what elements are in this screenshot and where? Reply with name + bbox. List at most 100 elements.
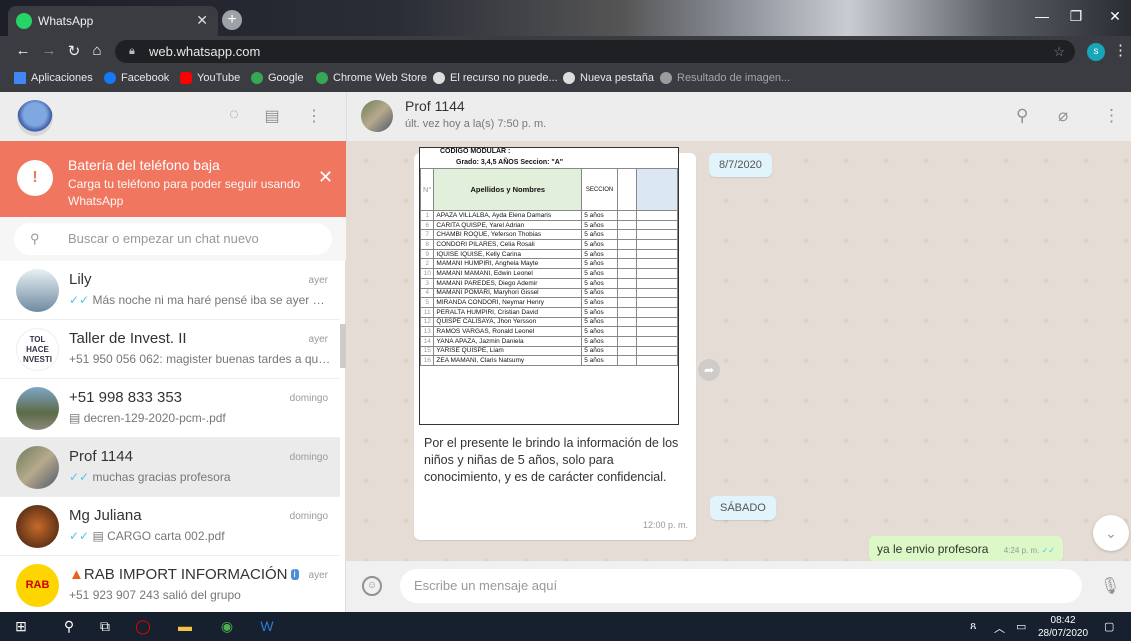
notifications-icon[interactable]: ▢ bbox=[1104, 620, 1114, 633]
search-icon[interactable]: ⚲ bbox=[58, 618, 80, 635]
search-input[interactable]: ⚲ Buscar o empezar un chat nuevo bbox=[14, 223, 332, 255]
clock[interactable]: 08:42 28/07/2020 bbox=[1038, 614, 1088, 640]
document-image[interactable]: CODIGO MODULAR : Grado: 3,4,5 AÑOS Secci… bbox=[419, 147, 679, 425]
table-row: 2 MAMANI HUMPIRI, Anghela Mayte 5 años bbox=[420, 258, 678, 270]
table-cell bbox=[635, 297, 678, 308]
scroll-down-button[interactable]: ⌄ bbox=[1093, 515, 1129, 551]
chrome-menu-icon[interactable]: ⋮ bbox=[1113, 41, 1128, 59]
reload-icon[interactable]: ↻ bbox=[65, 42, 83, 60]
student-table: N° Apellidos y Nombres SECCION 1 APAZA VI… bbox=[420, 168, 678, 366]
chat-name: Taller de Invest. II bbox=[69, 330, 187, 347]
bookmark-apps[interactable]: Aplicaciones bbox=[14, 72, 93, 84]
bookmark-nueva-pestana[interactable]: Nueva pestaña bbox=[563, 72, 654, 84]
my-avatar[interactable] bbox=[17, 100, 53, 136]
bookmark-google[interactable]: Google bbox=[251, 72, 303, 84]
table-cell bbox=[635, 306, 678, 318]
table-cell: 11 bbox=[420, 306, 435, 318]
bookmark-facebook[interactable]: Facebook bbox=[104, 72, 169, 84]
chat-item-prof-1144[interactable]: Prof 1144 domingo ✓✓ muchas gracias prof… bbox=[0, 438, 340, 497]
chat-item-taller[interactable]: TOL HACE NVESTI Taller de Invest. II ayer … bbox=[0, 320, 340, 379]
conversation-header: Prof 1144 últ. vez hoy a la(s) 7:50 p. m… bbox=[346, 92, 1131, 141]
forward-icon[interactable]: ➦ bbox=[698, 359, 720, 381]
emoji-icon[interactable]: ☺ bbox=[362, 576, 382, 596]
chat-item-phone[interactable]: +51 998 833 353 domingo ▤ decren-129-202… bbox=[0, 379, 340, 438]
table-cell bbox=[616, 326, 637, 337]
outgoing-message[interactable]: ya le envio profesora 4:24 p. m. ✓✓ bbox=[869, 536, 1063, 561]
chat-preview: +51 950 056 062: magister buenas tardes … bbox=[69, 352, 331, 366]
table-cell bbox=[616, 287, 637, 299]
incoming-image-message[interactable]: CODIGO MODULAR : Grado: 3,4,5 AÑOS Secci… bbox=[414, 147, 696, 540]
avatar[interactable] bbox=[361, 100, 393, 132]
windows-start-icon[interactable]: ⊞ bbox=[10, 618, 32, 635]
table-cell: 13 bbox=[420, 326, 435, 337]
composer: ☺ Escribe un mensaje aquí 🎙︎ bbox=[346, 561, 1131, 612]
minimize-icon[interactable]: — bbox=[1032, 8, 1052, 24]
whatsapp-logo-icon bbox=[16, 13, 32, 29]
table-cell bbox=[635, 268, 678, 279]
lock-icon: 🔒︎ bbox=[129, 45, 135, 57]
restore-icon[interactable]: ❐ bbox=[1066, 8, 1086, 25]
table-cell bbox=[616, 258, 637, 270]
chat-item-mg-juliana[interactable]: Mg Juliana domingo ✓✓ ▤ CARGO carta 002.… bbox=[0, 497, 340, 556]
bookmark-recurso[interactable]: El recurso no puede... bbox=[433, 72, 558, 84]
close-window-icon[interactable]: ✕ bbox=[1105, 8, 1125, 25]
chat-time: ayer bbox=[308, 334, 328, 345]
home-icon[interactable]: ⌂ bbox=[88, 42, 106, 59]
col-number: N° bbox=[420, 168, 435, 211]
globe-icon bbox=[660, 72, 672, 84]
microphone-icon[interactable]: 🎙︎ bbox=[1100, 576, 1120, 596]
chat-preview: ▤ decren-129-2020-pcm-.pdf bbox=[69, 411, 226, 425]
table-cell: 5 años bbox=[581, 306, 618, 318]
table-cell bbox=[635, 219, 678, 231]
table-cell bbox=[635, 355, 678, 366]
bookmark-youtube[interactable]: YouTube bbox=[180, 72, 240, 84]
table-cell bbox=[616, 248, 637, 260]
table-cell bbox=[616, 355, 637, 366]
people-icon[interactable]: ጸ bbox=[970, 620, 976, 633]
address-bar[interactable]: 🔒︎ web.whatsapp.com ☆ bbox=[115, 40, 1075, 63]
table-cell: 10 bbox=[420, 268, 435, 279]
status-icon[interactable]: ◌ bbox=[224, 106, 244, 124]
opera-icon[interactable]: ◯ bbox=[132, 618, 154, 635]
table-cell: 5 años bbox=[581, 345, 618, 357]
bookmark-resultado[interactable]: Resultado de imagen... bbox=[660, 72, 790, 84]
new-tab-button[interactable]: + bbox=[222, 10, 242, 30]
task-view-icon[interactable]: ⧉ bbox=[94, 618, 116, 635]
search-icon[interactable]: ⚲ bbox=[1016, 106, 1028, 126]
message-input[interactable]: Escribe un mensaje aquí bbox=[400, 569, 1082, 603]
double-check-icon: ✓✓ bbox=[1041, 546, 1055, 555]
file-explorer-icon[interactable]: ▬ bbox=[174, 618, 196, 634]
table-cell: 5 años bbox=[581, 287, 618, 299]
close-icon[interactable]: ✕ bbox=[318, 167, 333, 188]
battery-icon[interactable]: ▭ bbox=[1016, 620, 1026, 633]
forward-icon[interactable]: → bbox=[40, 42, 58, 59]
chat-item-lily[interactable]: Lily ayer ✓✓ Más noche ni ma haré pensé … bbox=[0, 261, 340, 320]
back-icon[interactable]: ← bbox=[14, 42, 32, 59]
word-icon[interactable]: W bbox=[256, 618, 278, 634]
conversation-title[interactable]: Prof 1144 bbox=[405, 98, 465, 114]
attach-icon[interactable]: ⌀ bbox=[1058, 106, 1068, 126]
table-cell: 5 años bbox=[581, 210, 618, 221]
bookmark-star-icon[interactable]: ☆ bbox=[1053, 40, 1065, 63]
chat-preview: ✓✓ muchas gracias profesora bbox=[69, 470, 231, 484]
tab-whatsapp[interactable]: WhatsApp ✕ bbox=[8, 6, 218, 36]
whatsapp-app: ◌ ▤ ⋮ ! Batería del teléfono baja Carga … bbox=[0, 92, 1131, 615]
table-cell: YANA APAZA, Jazmin Daniela bbox=[433, 335, 583, 347]
url-text: web.whatsapp.com bbox=[149, 44, 261, 59]
message-area[interactable]: CODIGO MODULAR : Grado: 3,4,5 AÑOS Secci… bbox=[346, 141, 1131, 561]
table-cell: YARISE QUISPE, Liam bbox=[433, 345, 583, 357]
table-cell: 5 bbox=[420, 297, 435, 308]
tray-chevron-icon[interactable]: ︿ bbox=[994, 620, 1005, 636]
close-tab-icon[interactable]: ✕ bbox=[196, 12, 208, 29]
profile-avatar[interactable]: s bbox=[1087, 43, 1105, 61]
table-cell: 5 años bbox=[581, 268, 618, 279]
bookmark-chrome-store[interactable]: Chrome Web Store bbox=[316, 72, 427, 84]
chat-item-rab-import[interactable]: RAB ▲RAB IMPORT INFORMACIÓN i ayer +51 92… bbox=[0, 556, 340, 615]
avatar bbox=[16, 269, 59, 312]
new-chat-icon[interactable]: ▤ bbox=[262, 106, 282, 126]
table-cell: MIRANDA CONDORI, Neymar Henry bbox=[433, 297, 583, 308]
table-cell: IQUISE IQUISE, Kelly Carina bbox=[433, 248, 583, 260]
chrome-icon[interactable]: ◉ bbox=[216, 618, 238, 635]
menu-icon[interactable]: ⋮ bbox=[1103, 106, 1120, 126]
menu-icon[interactable]: ⋮ bbox=[304, 106, 324, 126]
